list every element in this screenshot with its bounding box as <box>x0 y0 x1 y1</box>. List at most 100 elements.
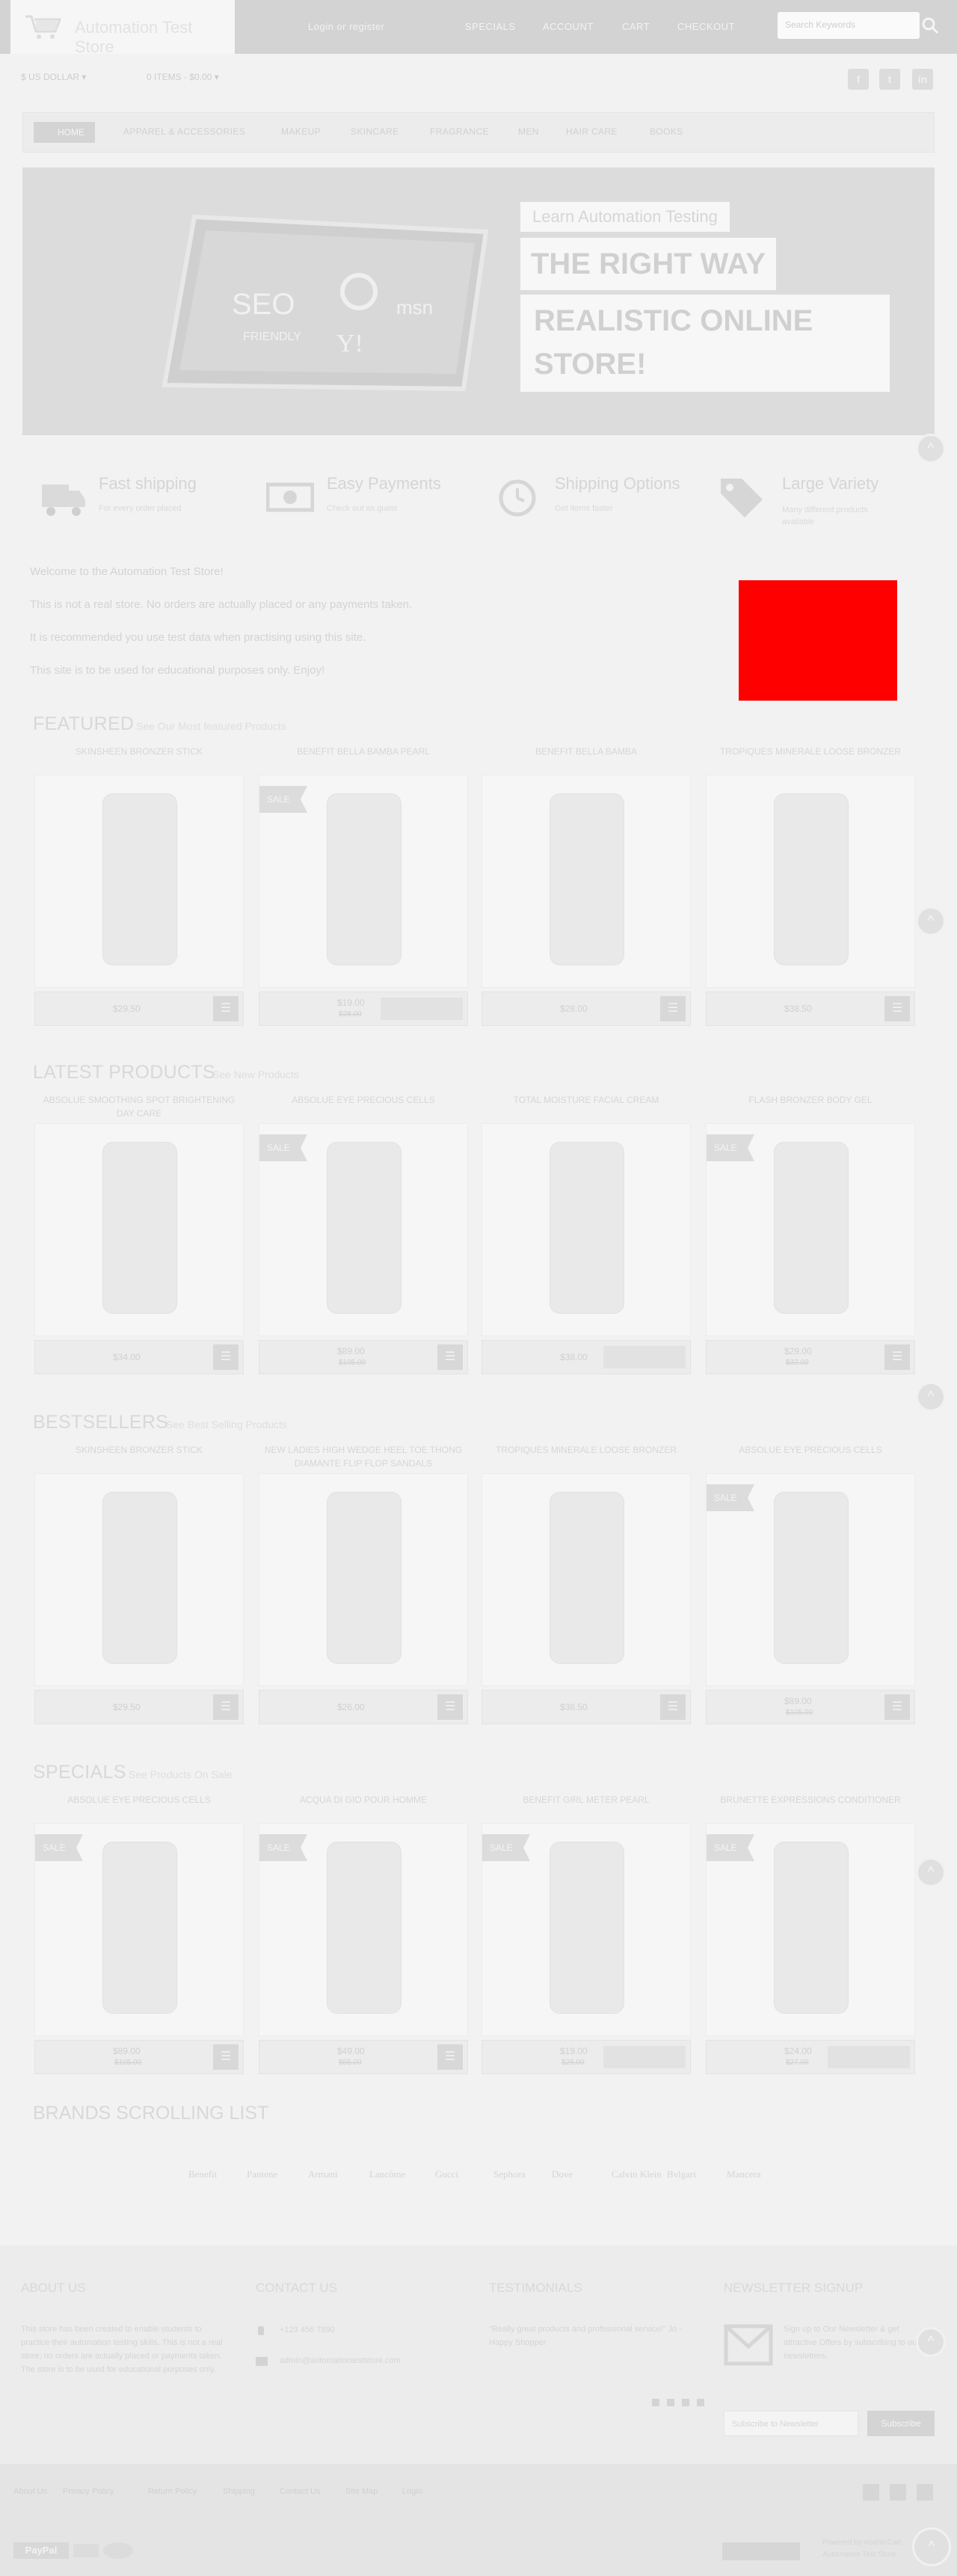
checkout-link[interactable]: CHECKOUT <box>677 21 735 32</box>
carousel-dot[interactable] <box>652 2399 659 2406</box>
brand-logo[interactable]: Pantene <box>247 2168 277 2180</box>
product-image[interactable] <box>327 1142 401 1314</box>
footer-link[interactable]: Site Map <box>345 2487 378 2496</box>
product-image[interactable] <box>550 1142 624 1314</box>
product-name[interactable]: TROPIQUES MINERALE LOOSE BRONZER <box>481 1443 691 1457</box>
out-of-stock-button[interactable] <box>828 2046 910 2068</box>
scroll-top-button[interactable]: ^ <box>916 906 946 936</box>
search-icon[interactable] <box>921 16 939 34</box>
product-card[interactable]: SALE <box>259 1823 468 2036</box>
product-name[interactable]: FLASH BRONZER BODY GEL <box>706 1093 915 1107</box>
store-logo[interactable]: Automation Test Store <box>10 0 235 56</box>
add-to-cart-icon[interactable]: ☰ <box>213 1344 239 1370</box>
brand-logo[interactable]: Dove <box>552 2168 573 2180</box>
product-image[interactable] <box>102 793 177 965</box>
brand-logo[interactable]: Bvlgari <box>667 2168 696 2180</box>
nav-men[interactable]: MEN <box>518 126 539 137</box>
nav-home[interactable]: HOME <box>34 122 95 143</box>
product-image[interactable] <box>327 793 401 965</box>
product-image[interactable] <box>102 1142 177 1314</box>
cart-link[interactable]: CART <box>622 21 650 32</box>
brand-logo[interactable]: Gucci <box>435 2168 458 2180</box>
product-card[interactable]: SALE <box>34 1823 244 2036</box>
twitter-icon[interactable]: t <box>879 69 900 90</box>
scroll-top-button-1[interactable]: ^ <box>916 434 946 464</box>
product-image[interactable] <box>774 1492 849 1664</box>
footer-link[interactable]: Shipping <box>223 2487 255 2496</box>
add-to-cart-icon[interactable]: ☰ <box>884 996 910 1021</box>
footer-link[interactable]: Return Policy <box>148 2487 197 2496</box>
product-image[interactable] <box>550 793 624 965</box>
search-input[interactable]: Search Keywords <box>778 12 920 39</box>
add-to-cart-icon[interactable]: ☰ <box>884 1344 910 1370</box>
scroll-top-button-6[interactable]: ^ <box>916 2327 946 2357</box>
product-card[interactable] <box>259 1473 468 1686</box>
out-of-stock-button[interactable] <box>381 997 463 1020</box>
product-image[interactable] <box>550 1492 624 1664</box>
add-to-cart-icon[interactable]: ☰ <box>437 1344 463 1370</box>
footer-link[interactable]: Privacy Policy <box>63 2487 114 2496</box>
nav-makeup[interactable]: MAKEUP <box>281 126 321 137</box>
product-name[interactable]: SKINSHEEN BRONZER STICK <box>34 745 244 758</box>
product-name[interactable]: ABSOLUE EYE PRECIOUS CELLS <box>259 1093 468 1107</box>
add-to-cart-icon[interactable]: ☰ <box>437 1694 463 1720</box>
product-card[interactable] <box>34 1473 244 1686</box>
subscribe-button[interactable]: Subscribe <box>867 2411 935 2436</box>
product-name[interactable]: ABSOLUE SMOOTHING SPOT BRIGHTENING DAY C… <box>34 1093 244 1120</box>
product-name[interactable]: BRUNETTE EXPRESSIONS CONDITIONER <box>706 1793 915 1807</box>
add-to-cart-icon[interactable]: ☰ <box>884 1694 910 1720</box>
product-name[interactable]: SKINSHEEN BRONZER STICK <box>34 1443 244 1457</box>
currency-select[interactable]: $ US DOLLAR ▾ <box>21 72 86 82</box>
nav-fragrance[interactable]: FRAGRANCE <box>430 126 489 137</box>
brand-logo[interactable]: Mancera <box>727 2168 760 2180</box>
product-name[interactable]: NEW LADIES HIGH WEDGE HEEL TOE THONG DIA… <box>259 1443 468 1470</box>
product-card[interactable] <box>481 1123 691 1336</box>
product-name[interactable]: ACQUA DI GIO POUR HOMME <box>259 1793 468 1807</box>
product-image[interactable] <box>774 1142 849 1314</box>
product-card[interactable]: SALE <box>259 1123 468 1336</box>
brand-logo[interactable]: Benefit <box>188 2168 217 2180</box>
carousel-dot[interactable] <box>667 2399 674 2406</box>
brand-logo[interactable]: Armani <box>308 2168 338 2180</box>
add-to-cart-icon[interactable]: ☰ <box>437 2044 463 2070</box>
add-to-cart-icon[interactable]: ☰ <box>213 2044 239 2070</box>
product-name[interactable]: BENEFIT BELLA BAMBA PEARL <box>259 745 468 758</box>
nav-haircare[interactable]: HAIR CARE <box>566 126 618 137</box>
product-image[interactable] <box>774 1842 849 2014</box>
product-card[interactable]: SALE <box>706 1123 915 1336</box>
product-image[interactable] <box>774 793 849 965</box>
nav-books[interactable]: BOOKS <box>650 126 683 137</box>
product-card[interactable]: SALE <box>481 1823 691 2036</box>
product-image[interactable] <box>327 1492 401 1664</box>
product-name[interactable]: BENEFIT BELLA BAMBA <box>481 745 691 758</box>
contact-email[interactable]: admin@automationteststore.com <box>280 2354 401 2367</box>
product-card[interactable]: SALE <box>706 1473 915 1686</box>
cart-summary[interactable]: 0 ITEMS - $0.00 ▾ <box>147 72 219 82</box>
account-link[interactable]: ACCOUNT <box>543 21 594 32</box>
product-card[interactable] <box>706 775 915 988</box>
out-of-stock-button[interactable] <box>603 2046 686 2068</box>
product-image[interactable] <box>102 1492 177 1664</box>
product-name[interactable]: ABSOLUE EYE PRECIOUS CELLS <box>706 1443 915 1457</box>
product-card[interactable]: SALE <box>706 1823 915 2036</box>
product-image[interactable] <box>327 1842 401 2014</box>
scroll-top-button-7[interactable]: ^ <box>912 2527 951 2566</box>
nav-skincare[interactable]: SKINCARE <box>351 126 399 137</box>
product-name[interactable]: BENEFIT GIRL METER PEARL <box>481 1793 691 1807</box>
add-to-cart-icon[interactable]: ☰ <box>660 1694 686 1720</box>
scroll-top-button[interactable]: ^ <box>916 1382 946 1412</box>
brand-logo[interactable]: Sephora <box>493 2168 526 2180</box>
brand-logo[interactable]: Calvin Klein <box>612 2168 662 2180</box>
newsletter-input[interactable]: Subscribe to Newsletter <box>724 2411 858 2436</box>
facebook-icon[interactable]: f <box>848 69 869 90</box>
product-card[interactable] <box>34 1123 244 1336</box>
footer-link[interactable]: Contact Us <box>280 2487 320 2496</box>
linkedin-icon[interactable]: in <box>912 69 933 90</box>
product-card[interactable] <box>481 1473 691 1686</box>
product-image[interactable] <box>550 1842 624 2014</box>
product-name[interactable]: TROPIQUES MINERALE LOOSE BRONZER <box>706 745 915 758</box>
product-card[interactable] <box>34 775 244 988</box>
scroll-top-button[interactable]: ^ <box>916 1857 946 1887</box>
nav-apparel[interactable]: APPAREL & ACCESSORIES <box>123 126 245 137</box>
brand-logo[interactable]: Lancôme <box>369 2168 405 2180</box>
